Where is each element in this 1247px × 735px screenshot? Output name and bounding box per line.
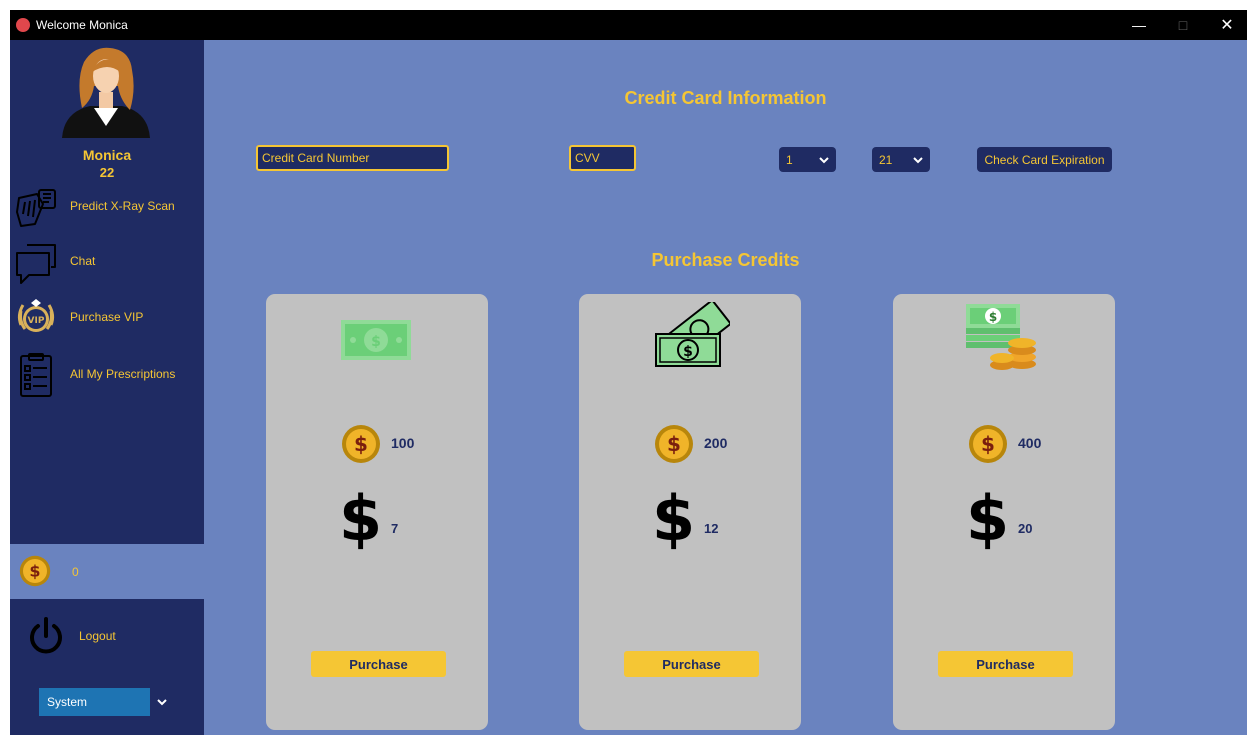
sidebar-item-label: All My Prescriptions — [70, 367, 176, 381]
cvv-input[interactable] — [569, 145, 636, 171]
chevron-down-icon — [913, 157, 923, 164]
user-avatar-icon — [62, 47, 150, 138]
expiry-year-value: 21 — [879, 153, 893, 167]
window-title: Welcome Monica — [36, 18, 128, 32]
expiry-year-select[interactable]: 21 — [872, 147, 930, 172]
credit-package-card: $ $ 100 $ 7 Purchase — [266, 294, 488, 730]
svg-text:$: $ — [354, 432, 368, 456]
sidebar-item-label: Predict X-Ray Scan — [70, 199, 175, 213]
credit-package-card: $ $ 400 $ 20 Purchase — [893, 294, 1115, 730]
dollar-icon: $ — [652, 482, 696, 555]
sidebar-item-label: Purchase VIP — [70, 310, 144, 324]
app-logo-icon — [16, 18, 30, 32]
svg-text:$: $ — [667, 432, 681, 456]
coin-icon: $ — [969, 425, 1007, 463]
main-content: Credit Card Information 1 / 21 Check Car… — [204, 40, 1247, 735]
credit-card-number-input[interactable] — [256, 145, 449, 171]
sidebar-item-purchase-vip[interactable]: VIP Purchase VIP — [10, 293, 204, 343]
expiry-month-select[interactable]: 1 — [779, 147, 836, 172]
svg-text:$: $ — [29, 562, 40, 581]
price-value: 7 — [391, 521, 399, 536]
expiry-month-value: 1 — [786, 153, 793, 167]
purchase-button[interactable]: Purchase — [938, 651, 1073, 677]
user-name: Monica — [82, 147, 132, 163]
power-icon — [30, 617, 62, 654]
credits-value: 0 — [72, 565, 79, 579]
dollar-icon: $ — [339, 482, 383, 555]
logout-label: Logout — [79, 629, 116, 643]
purchase-credits-title: Purchase Credits — [651, 250, 800, 270]
minimize-button[interactable]: — — [1117, 10, 1161, 40]
hand-xray-icon — [16, 189, 56, 227]
check-card-expiration-button[interactable]: Check Card Expiration — [977, 147, 1112, 172]
svg-text:$: $ — [981, 432, 995, 456]
vip-badge-icon: VIP — [17, 299, 55, 332]
chevron-down-icon — [150, 688, 174, 716]
coin-amount: 200 — [704, 435, 728, 451]
coin-amount: 400 — [1018, 435, 1042, 451]
theme-select[interactable]: System — [39, 688, 174, 716]
dollar-icon: $ — [966, 482, 1010, 555]
sidebar-item-label: Chat — [70, 254, 96, 268]
coin-icon: $ — [342, 425, 380, 463]
purchase-button[interactable]: Purchase — [624, 651, 759, 677]
banknote-stack-icon: $ — [655, 302, 730, 367]
credit-package-card: $ $ 200 $ 12 Purchase — [579, 294, 801, 730]
vip-badge-text: VIP — [28, 316, 45, 326]
chat-bubble-icon — [16, 244, 56, 284]
price-value: 12 — [704, 521, 719, 536]
coin-icon: $ — [655, 425, 693, 463]
close-button[interactable]: ✕ — [1205, 10, 1247, 40]
credit-card-title: Credit Card Information — [624, 88, 827, 108]
chevron-down-icon — [819, 157, 829, 164]
sidebar-item-chat[interactable]: Chat — [10, 237, 204, 287]
cash-and-coins-icon: $ — [966, 304, 1036, 370]
logout-button[interactable]: Logout — [10, 612, 204, 662]
sidebar-item-prescriptions[interactable]: All My Prescriptions — [10, 350, 204, 400]
credits-balance: $ 0 — [10, 544, 204, 599]
user-age: 22 — [99, 165, 115, 180]
svg-text:$: $ — [683, 344, 693, 360]
coin-icon: $ — [19, 555, 51, 587]
title-bar: Welcome Monica — □ ✕ — [10, 10, 1247, 40]
single-banknote-icon: $ — [341, 320, 411, 360]
svg-text:$: $ — [989, 310, 997, 324]
sidebar: Monica 22 Predict X-Ray Scan Chat VIP Pu… — [10, 40, 204, 735]
coin-amount: 100 — [391, 435, 415, 451]
clipboard-list-icon — [20, 353, 52, 397]
price-value: 20 — [1018, 521, 1033, 536]
maximize-button[interactable]: □ — [1161, 10, 1205, 40]
theme-value: System — [47, 695, 88, 709]
app-window: Welcome Monica — □ ✕ Monica 22 Predict X… — [10, 10, 1247, 735]
svg-text:$: $ — [371, 334, 381, 350]
purchase-button[interactable]: Purchase — [311, 651, 446, 677]
sidebar-item-predict-xray[interactable]: Predict X-Ray Scan — [10, 182, 204, 232]
